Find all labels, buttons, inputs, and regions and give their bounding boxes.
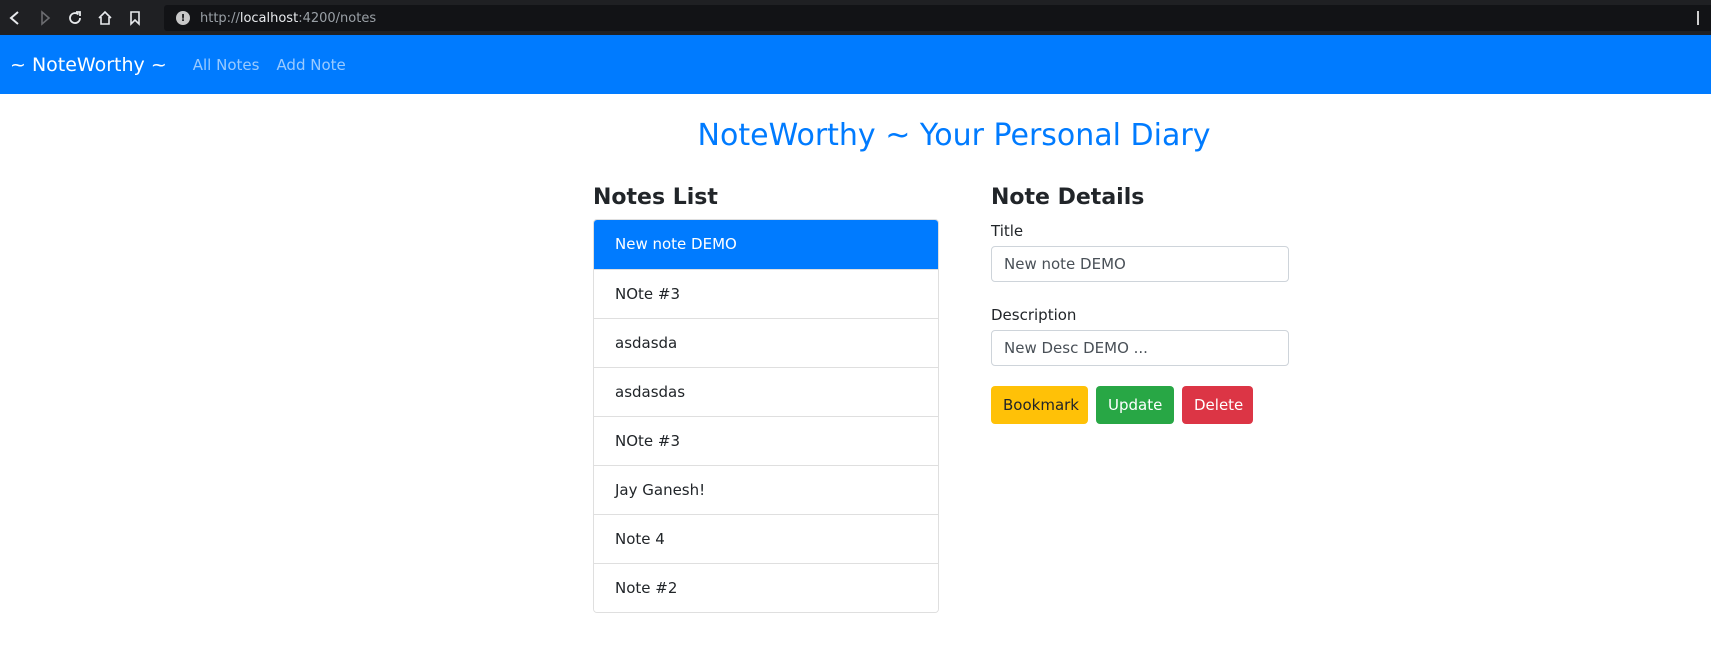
toolbar-edge-icon	[1697, 11, 1705, 25]
page-title: NoteWorthy ~ Your Personal Diary	[697, 118, 1211, 153]
nav-link-add-note[interactable]: Add Note	[276, 56, 345, 74]
list-item[interactable]: Note 4	[594, 514, 938, 563]
info-icon[interactable]: !	[176, 11, 190, 25]
list-item[interactable]: asdasdas	[594, 367, 938, 416]
reload-icon[interactable]	[60, 3, 90, 33]
description-label: Description	[991, 306, 1077, 324]
delete-button[interactable]: Delete	[1182, 386, 1253, 424]
notes-list-heading: Notes List	[593, 185, 718, 210]
bookmark-button[interactable]: Bookmark	[991, 386, 1088, 424]
list-item[interactable]: Jay Ganesh!	[594, 465, 938, 514]
list-item[interactable]: New note DEMO	[594, 220, 938, 269]
note-details-heading: Note Details	[991, 185, 1145, 210]
home-icon[interactable]	[90, 3, 120, 33]
list-item[interactable]: asdasda	[594, 318, 938, 367]
url-host: localhost	[239, 10, 299, 26]
notes-list: New note DEMO NOte #3 asdasda asdasdas N…	[593, 219, 939, 613]
app-navbar: ~ NoteWorthy ~ All Notes Add Note	[0, 35, 1711, 94]
note-details-section: Note Details Title Description Bookmark …	[991, 183, 1291, 424]
action-buttons: Bookmark Update Delete	[991, 386, 1291, 424]
forward-icon[interactable]	[30, 3, 60, 33]
update-button[interactable]: Update	[1096, 386, 1174, 424]
list-item[interactable]: NOte #3	[594, 269, 938, 318]
url-scheme: http://	[200, 10, 240, 26]
url-path: :4200/notes	[298, 10, 377, 26]
title-input[interactable]	[991, 246, 1289, 282]
bookmark-icon[interactable]	[120, 3, 150, 33]
notes-list-section: Notes List New note DEMO NOte #3 asdasda…	[593, 183, 939, 613]
brand-link[interactable]: ~ NoteWorthy ~	[10, 54, 167, 76]
nav-link-all-notes[interactable]: All Notes	[193, 56, 260, 74]
address-bar[interactable]: ! http://localhost:4200/notes	[164, 5, 1711, 31]
back-icon[interactable]	[0, 3, 30, 33]
browser-toolbar: ! http://localhost:4200/notes	[0, 0, 1711, 35]
title-label: Title	[991, 222, 1024, 240]
list-item[interactable]: NOte #3	[594, 416, 938, 465]
list-item[interactable]: Note #2	[594, 563, 938, 612]
description-input[interactable]	[991, 330, 1289, 366]
